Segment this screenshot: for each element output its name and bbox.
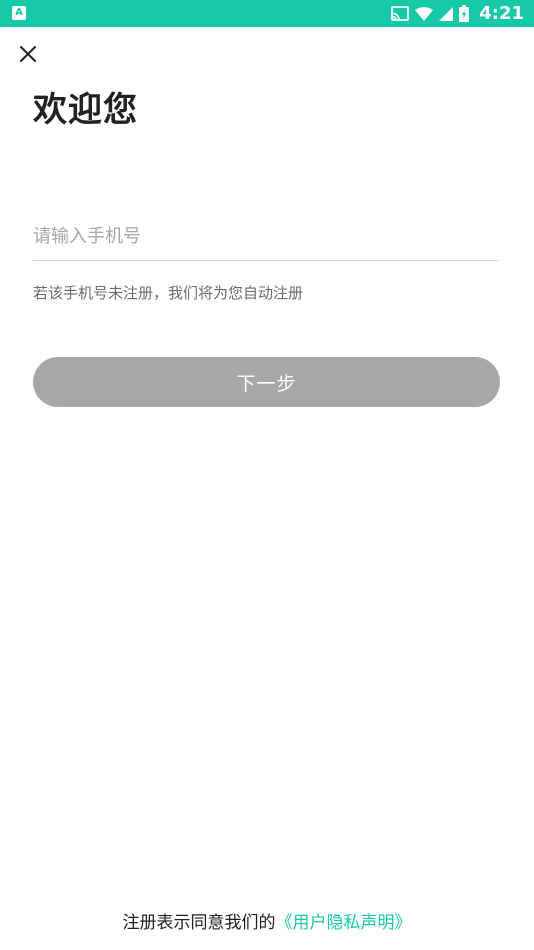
privacy-agreement: 注册表示同意我们的《用户隐私声明》 <box>0 908 534 933</box>
close-button[interactable] <box>16 42 40 66</box>
status-icons: 4:21 <box>391 0 524 27</box>
app-notification-icon: A <box>12 6 26 20</box>
agreement-text: 注册表示同意我们的 <box>122 913 276 933</box>
battery-icon <box>459 5 470 22</box>
privacy-policy-link[interactable]: 《用户隐私声明》 <box>276 913 412 933</box>
cellular-signal-icon <box>439 6 454 21</box>
cast-icon <box>391 5 410 21</box>
close-icon <box>20 46 36 62</box>
wifi-icon <box>415 6 434 21</box>
page-title: 欢迎您 <box>33 90 138 130</box>
next-step-button[interactable]: 下一步 <box>33 357 500 407</box>
auto-register-hint: 若该手机号未注册，我们将为您自动注册 <box>33 284 304 302</box>
status-bar: A 4:21 <box>0 0 534 27</box>
status-time: 4:21 <box>479 3 524 24</box>
phone-number-input[interactable] <box>33 212 500 261</box>
notification-letter: A <box>15 7 23 18</box>
